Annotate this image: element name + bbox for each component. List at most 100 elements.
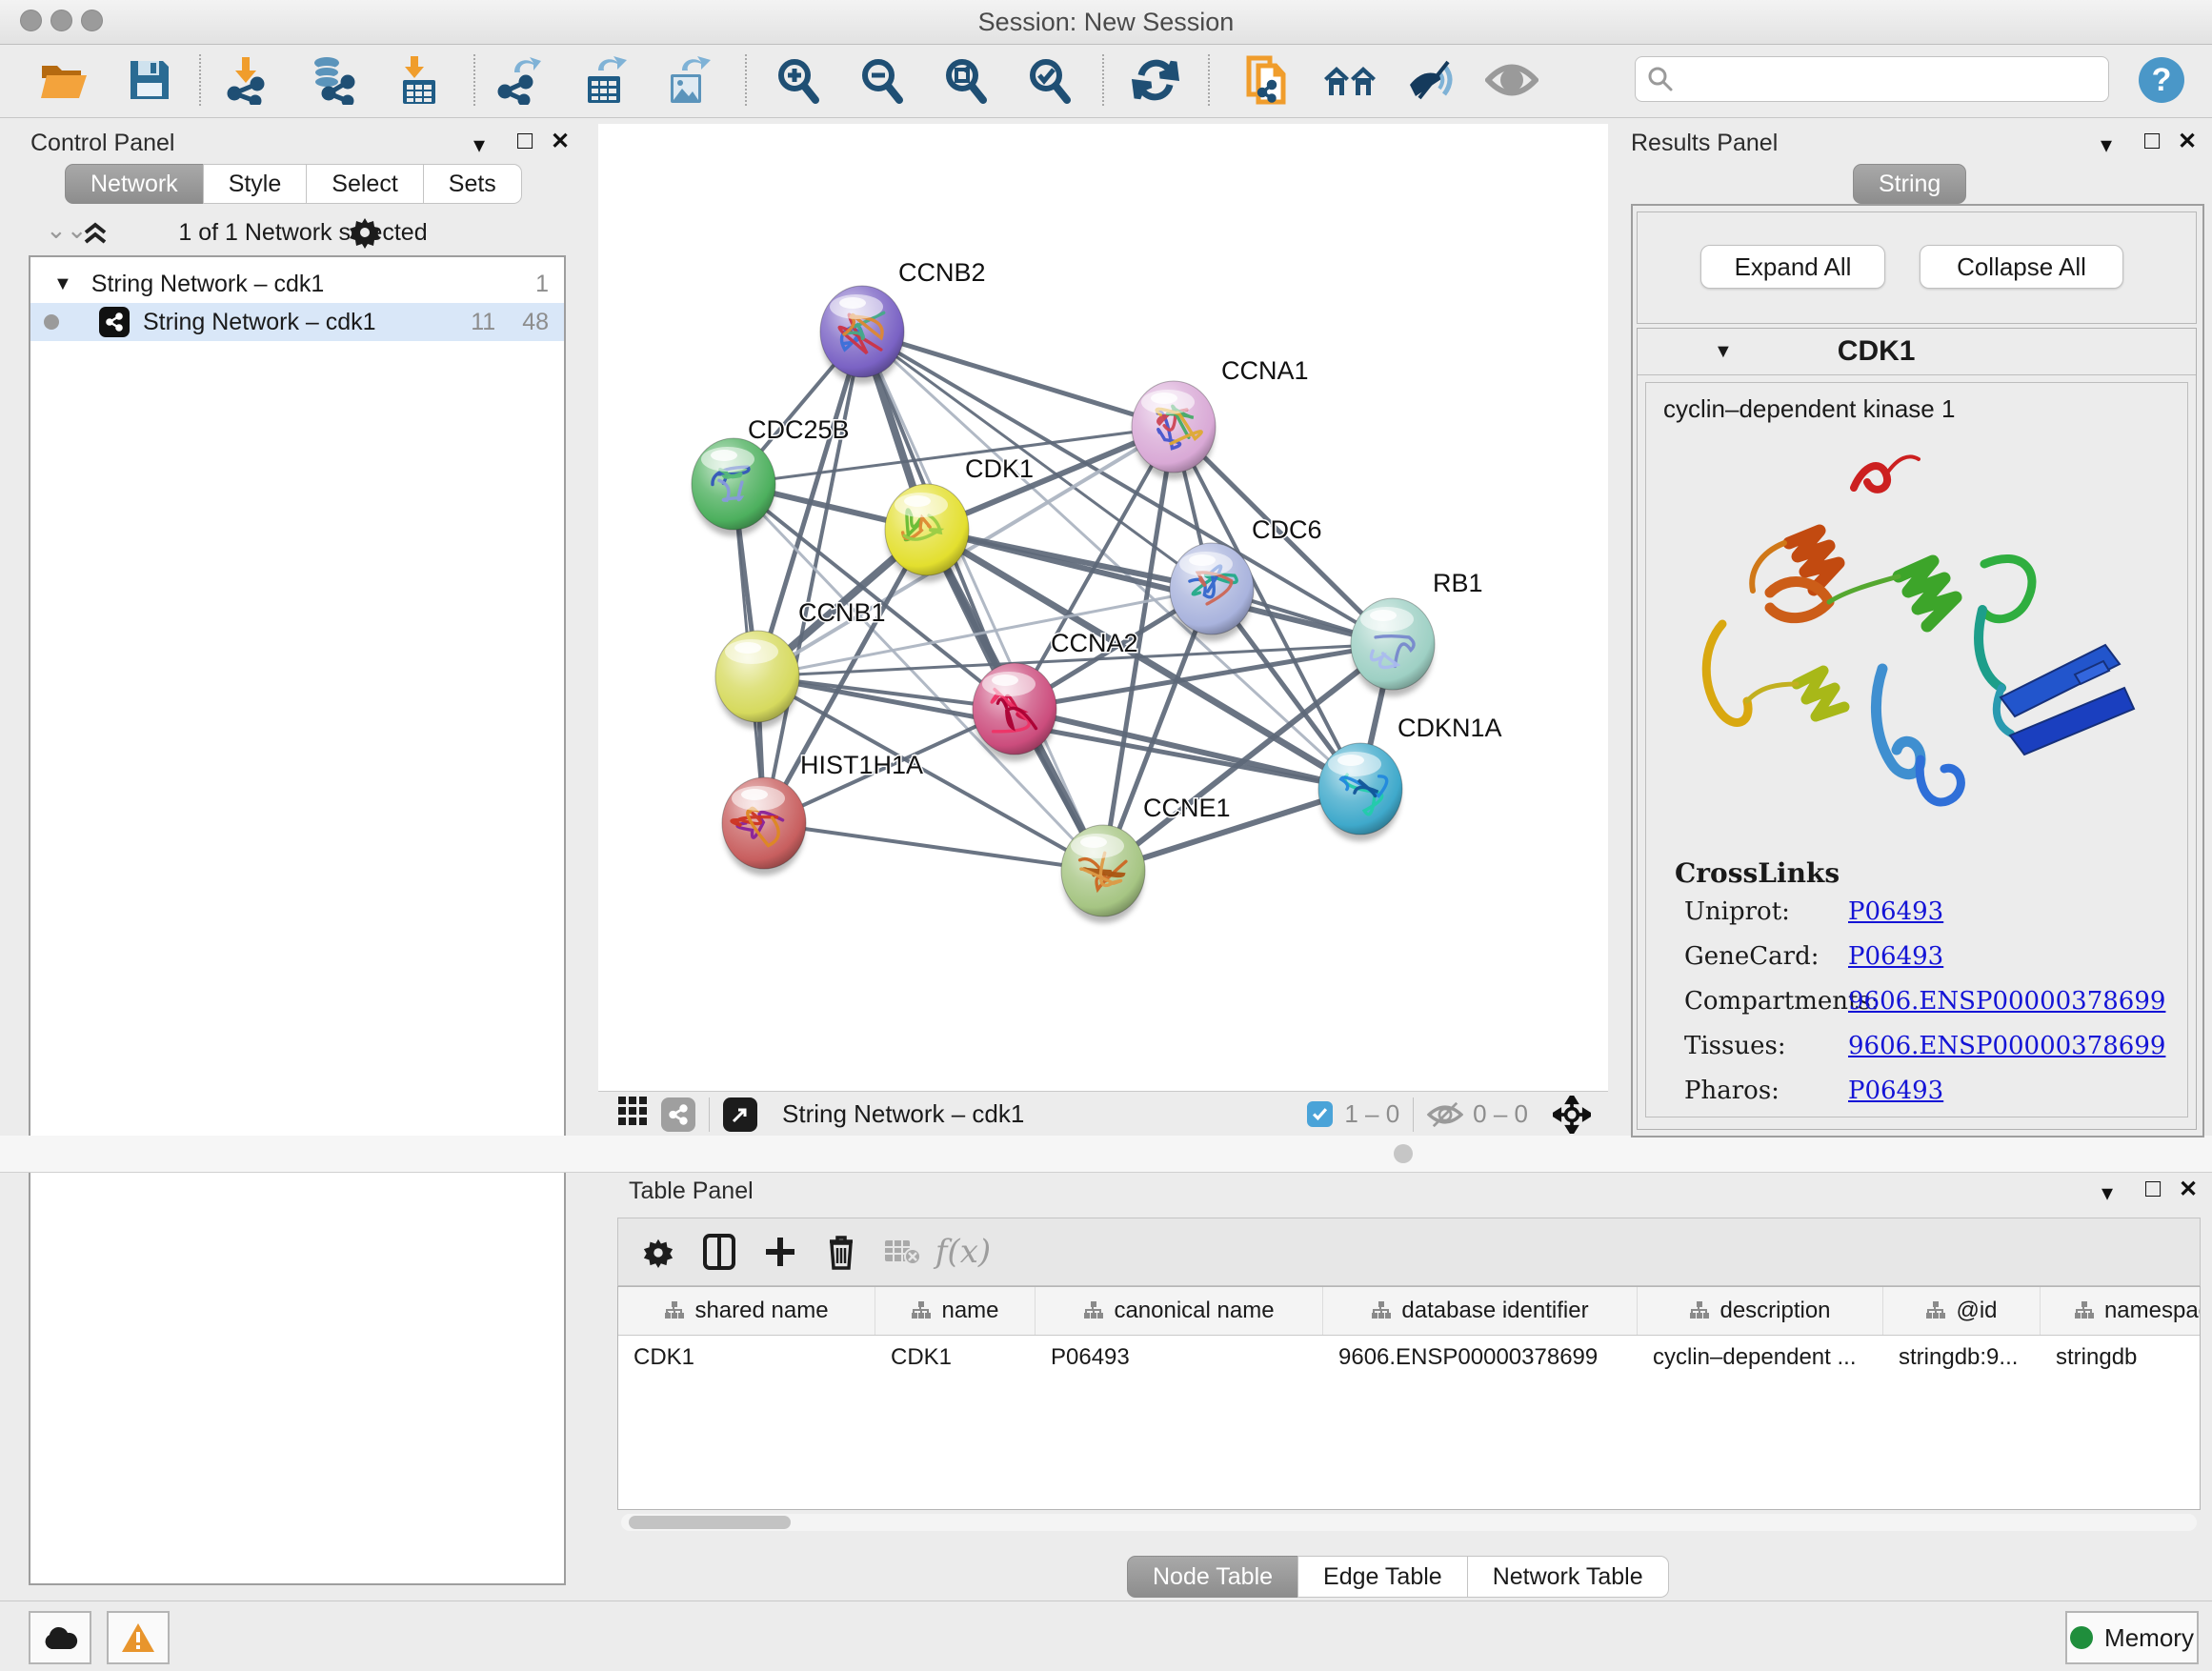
expand-all-button[interactable]: Expand All bbox=[1700, 245, 1885, 289]
help-button[interactable]: ? bbox=[2132, 50, 2191, 110]
zoom-in-button[interactable] bbox=[768, 50, 827, 110]
divider-handle[interactable] bbox=[1394, 1144, 1413, 1163]
export-image-button[interactable] bbox=[659, 50, 718, 110]
control-panel-float-icon[interactable]: □ bbox=[517, 126, 533, 155]
column-header-description[interactable]: description bbox=[1638, 1287, 1883, 1335]
function-builder-icon: f(x) bbox=[933, 1233, 994, 1271]
control-panel-menu-icon[interactable]: ▾ bbox=[473, 131, 485, 159]
network-label: String Network – cdk1 bbox=[143, 309, 376, 336]
protein-header-row[interactable]: ▼ CDK1 bbox=[1638, 329, 2196, 375]
tab-network[interactable]: Network bbox=[65, 164, 204, 204]
tab-node-table[interactable]: Node Table bbox=[1127, 1556, 1298, 1598]
toolbar-separator bbox=[1102, 54, 1104, 106]
cell-name[interactable]: CDK1 bbox=[875, 1336, 1036, 1379]
column-header-canonical-name[interactable]: canonical name bbox=[1036, 1287, 1323, 1335]
refresh-view-button[interactable] bbox=[1126, 50, 1185, 110]
crosslink-uniprot-link[interactable]: P06493 bbox=[1848, 897, 1943, 926]
crosslink-tissues-link[interactable]: 9606.ENSP00000378699 bbox=[1848, 1032, 2165, 1060]
memory-status-dot bbox=[2070, 1626, 2093, 1649]
crosslink-compartments-link[interactable]: 9606.ENSP00000378699 bbox=[1848, 987, 2165, 1016]
open-in-window-icon[interactable] bbox=[723, 1097, 757, 1132]
column-header-id[interactable]: @id bbox=[1883, 1287, 2041, 1335]
fit-content-button[interactable] bbox=[935, 50, 995, 110]
node-label-RB1: RB1 bbox=[1433, 569, 1483, 597]
open-session-button[interactable] bbox=[34, 50, 93, 110]
network-collection-row[interactable]: ▼ String Network – cdk1 1 bbox=[30, 265, 564, 303]
protein-collapse-icon[interactable]: ▼ bbox=[1714, 341, 1733, 363]
save-session-button[interactable] bbox=[120, 50, 179, 110]
scrollbar-thumb[interactable] bbox=[629, 1516, 791, 1529]
results-panel-close-icon[interactable]: ✕ bbox=[2178, 128, 2197, 155]
table-panel-close-icon[interactable]: ✕ bbox=[2179, 1176, 2198, 1203]
results-panel-menu-icon[interactable]: ▾ bbox=[2101, 131, 2112, 159]
export-table-button[interactable] bbox=[577, 50, 636, 110]
tab-string[interactable]: String bbox=[1853, 164, 1966, 204]
panel-divider[interactable] bbox=[0, 1136, 2212, 1173]
tab-select[interactable]: Select bbox=[306, 164, 423, 204]
network-node-CDKN1A[interactable]: CDKN1A bbox=[1318, 714, 1502, 841]
export-network-button[interactable] bbox=[492, 50, 551, 110]
refresh-icon bbox=[1132, 56, 1179, 104]
cell-canonical-name[interactable]: P06493 bbox=[1036, 1336, 1323, 1379]
table-panel-menu-icon[interactable]: ▾ bbox=[2101, 1179, 2113, 1207]
cloud-status-button[interactable] bbox=[29, 1611, 91, 1664]
clone-network-button[interactable] bbox=[1238, 50, 1297, 110]
table-horizontal-scrollbar[interactable] bbox=[621, 1514, 2197, 1531]
zoom-selected-button[interactable] bbox=[1019, 50, 1078, 110]
memory-button[interactable]: Memory bbox=[2065, 1611, 2199, 1664]
network-options-gear-icon[interactable] bbox=[348, 214, 382, 249]
expand-all-networks-icon[interactable] bbox=[82, 219, 109, 246]
crosslink-genecard-link[interactable]: P06493 bbox=[1848, 942, 1943, 971]
table-row[interactable]: CDK1 CDK1 P06493 9606.ENSP00000378699 cy… bbox=[618, 1336, 2201, 1379]
show-all-button[interactable] bbox=[1482, 50, 1541, 110]
column-header-namespace[interactable]: namespace bbox=[2041, 1287, 2201, 1335]
node-label-CDC6: CDC6 bbox=[1252, 515, 1322, 544]
column-header-database-identifier[interactable]: database identifier bbox=[1323, 1287, 1638, 1335]
network-row[interactable]: String Network – cdk1 11 48 bbox=[30, 303, 564, 341]
add-column-icon[interactable] bbox=[750, 1236, 811, 1268]
import-table-button[interactable] bbox=[389, 50, 448, 110]
svg-text:?: ? bbox=[2152, 62, 2172, 98]
tab-network-table[interactable]: Network Table bbox=[1467, 1556, 1669, 1598]
tab-sets[interactable]: Sets bbox=[423, 164, 522, 204]
import-network-file-button[interactable] bbox=[217, 50, 276, 110]
network-type-icon bbox=[99, 307, 130, 337]
zoom-out-button[interactable] bbox=[852, 50, 911, 110]
results-panel-float-icon[interactable]: □ bbox=[2144, 126, 2160, 155]
network-node-RB1[interactable]: RB1 bbox=[1351, 569, 1483, 696]
table-options-gear-icon[interactable] bbox=[628, 1236, 689, 1268]
cell-description[interactable]: cyclin–dependent ... bbox=[1638, 1336, 1883, 1379]
cell-shared-name[interactable]: CDK1 bbox=[618, 1336, 875, 1379]
show-columns-icon[interactable] bbox=[689, 1234, 750, 1270]
network-node-HIST1H1A[interactable]: HIST1H1A bbox=[722, 751, 923, 876]
string-network-graph[interactable]: CCNB2CCNA1CDC25BCDK1CDC6RB1CCNB1CCNA2CDK… bbox=[598, 124, 1608, 1091]
warnings-button[interactable] bbox=[107, 1611, 170, 1664]
tab-style[interactable]: Style bbox=[203, 164, 308, 204]
cell-namespace[interactable]: stringdb bbox=[2041, 1336, 2201, 1379]
network-node-CCNB2[interactable]: CCNB2 bbox=[820, 258, 986, 384]
protein-detail-box: cyclin–dependent kinase 1 bbox=[1645, 382, 2188, 1117]
zoom-out-icon bbox=[857, 56, 905, 104]
network-canvas[interactable]: CCNB2CCNA1CDC25BCDK1CDC6RB1CCNB1CCNA2CDK… bbox=[598, 124, 1608, 1091]
search-field[interactable] bbox=[1635, 56, 2109, 102]
cell-id[interactable]: stringdb:9... bbox=[1883, 1336, 2041, 1379]
first-neighbors-button[interactable] bbox=[1320, 50, 1379, 110]
network-node-CCNA1[interactable]: CCNA1 bbox=[1132, 356, 1309, 479]
crosslink-pharos-link[interactable]: P06493 bbox=[1848, 1077, 1943, 1105]
collection-expand-icon[interactable]: ▼ bbox=[53, 273, 72, 295]
collapse-all-button[interactable]: Collapse All bbox=[1920, 245, 2123, 289]
control-panel-close-icon[interactable]: ✕ bbox=[551, 128, 570, 155]
table-panel-float-icon[interactable]: □ bbox=[2145, 1174, 2161, 1203]
tab-edge-table[interactable]: Edge Table bbox=[1297, 1556, 1468, 1598]
column-header-name[interactable]: name bbox=[875, 1287, 1036, 1335]
birdseye-grid-icon[interactable] bbox=[617, 1096, 648, 1133]
network-node-CCNB1[interactable]: CCNB1 bbox=[715, 598, 886, 729]
network-badge-icon[interactable] bbox=[661, 1097, 695, 1132]
cell-database-identifier[interactable]: 9606.ENSP00000378699 bbox=[1323, 1336, 1638, 1379]
selected-checkbox-icon[interactable] bbox=[1307, 1101, 1333, 1127]
hide-selected-button[interactable] bbox=[1402, 50, 1461, 110]
fit-selected-crosshair-icon[interactable] bbox=[1553, 1096, 1591, 1134]
delete-column-trash-icon[interactable] bbox=[811, 1234, 872, 1270]
import-network-database-button[interactable] bbox=[303, 50, 362, 110]
column-header-shared-name[interactable]: shared name bbox=[618, 1287, 875, 1335]
